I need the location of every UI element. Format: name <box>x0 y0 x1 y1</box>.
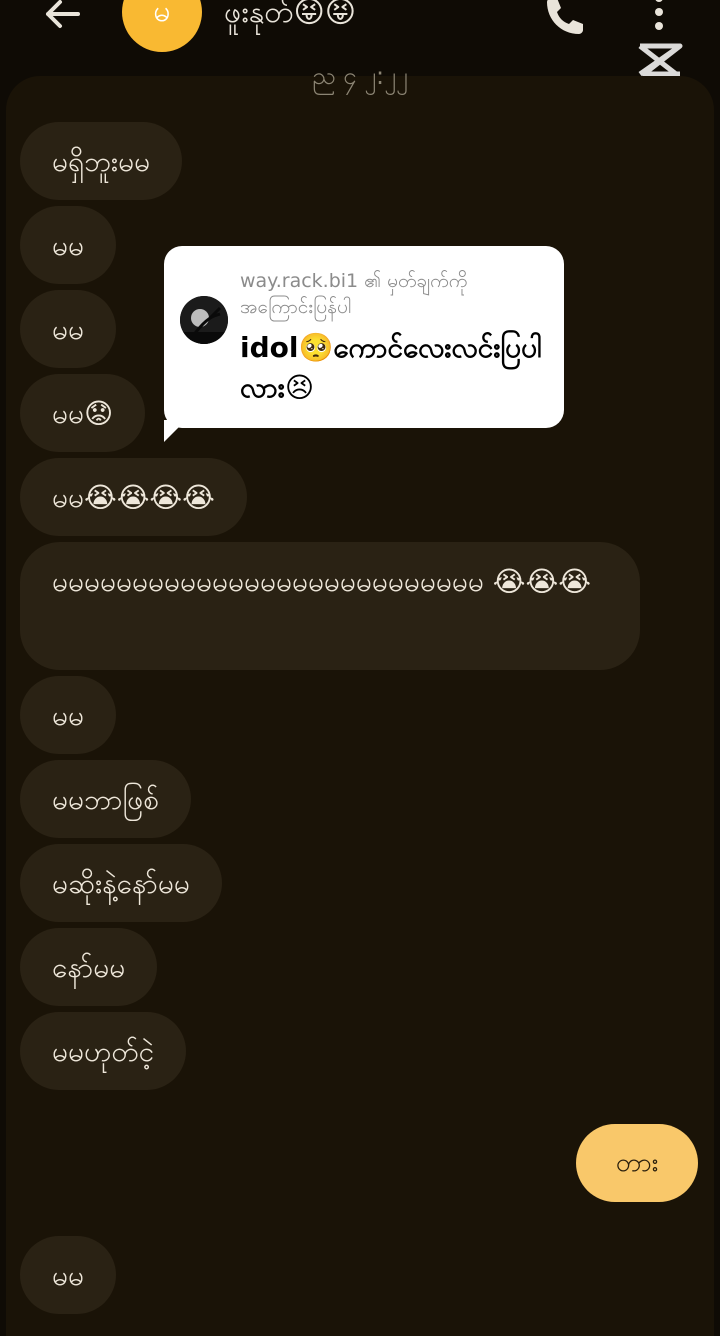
more-options-icon[interactable] <box>651 0 667 34</box>
sent-message-bubble[interactable]: တား <box>576 1124 698 1202</box>
message-bubble[interactable]: နော်မမ <box>20 928 158 1006</box>
message-bubble[interactable]: မမမမမမမမမမမမမမမမမမမမမမမမမမမ 😭😭😭 <box>20 542 640 670</box>
message-bubble[interactable]: မရှိဘူးမမ <box>20 122 183 200</box>
message-bubble[interactable]: မမဘာဖြစ် <box>20 760 191 838</box>
message-bubble[interactable]: မမဟုတ်ငဲ့ <box>20 1012 187 1090</box>
contact-avatar[interactable]: မ <box>122 0 202 52</box>
phone-icon[interactable] <box>543 0 587 38</box>
message-bubble[interactable]: မမ <box>20 206 116 284</box>
message-bubble[interactable]: မမ😭😭😭😭 <box>20 458 247 536</box>
chat-title[interactable]: ဖူးနုတ်😝😝 <box>224 0 356 37</box>
chat-header: မ ဖူးနုတ်😝😝 <box>0 0 720 77</box>
message-bubble[interactable]: မဆိုးနဲ့နော်မမ <box>20 844 222 922</box>
night-tree-icon <box>180 296 228 344</box>
message-bubble[interactable]: မမ😟 <box>20 374 146 452</box>
comment-text: idol🥺ကောင်လေးလင်းပြပါလား😣 <box>240 331 542 404</box>
commenter-avatar[interactable] <box>180 296 228 344</box>
message-bubble[interactable]: မမ <box>20 1236 116 1314</box>
message-timestamp: ည ၄ ၂:၂၂ <box>312 62 408 90</box>
back-arrow-icon[interactable] <box>38 0 86 42</box>
message-bubble[interactable]: မမ <box>20 676 116 754</box>
comment-reply-label: way.rack.bi1 ၏ မှတ်ချက်ကို အကြောင်းပြန်ပ… <box>240 270 468 318</box>
message-bubble[interactable]: မမ <box>20 290 116 368</box>
comment-card-tail <box>164 420 186 442</box>
